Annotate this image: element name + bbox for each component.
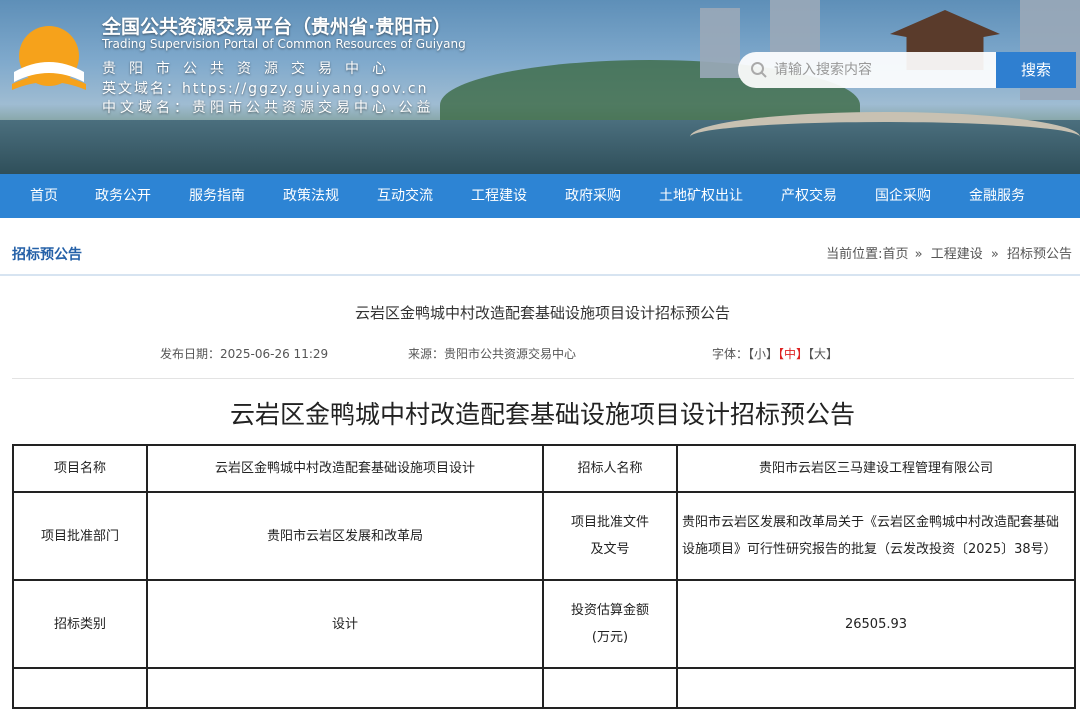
table-cell [12, 667, 148, 709]
table-value-cell: 贵阳市云岩区三马建设工程管理有限公司 [676, 444, 1076, 493]
breadcrumb: 当前位置:首页 » 工程建设 » 招标预公告 [826, 243, 1074, 262]
breadcrumb-engineering[interactable]: 工程建设 [931, 247, 983, 262]
breadcrumb-home[interactable]: 首页 [882, 247, 908, 262]
search-button[interactable]: 搜索 [996, 52, 1076, 88]
breadcrumb-separator: » [990, 247, 999, 262]
publish-date: 发布日期：2025-06-26 11:29 [160, 347, 329, 361]
table-label-cell: 项目批准部门 [12, 491, 148, 581]
section-header: 招标预公告 当前位置:首页 » 工程建设 » 招标预公告 [0, 230, 1080, 276]
table-row: 项目名称 云岩区金鸭城中村改造配套基础设施项目设计 招标人名称 贵阳市云岩区三马… [12, 444, 1076, 493]
nav-item-engineering[interactable]: 工程建设 [471, 174, 527, 218]
header-banner: 全国公共资源交易平台（贵州省·贵阳市） Trading Supervision … [0, 0, 1080, 174]
table-value-cell: 贵阳市云岩区发展和改革局 [146, 491, 544, 581]
banner-bridge [690, 112, 1080, 162]
table-label-cell: 招标类别 [12, 579, 148, 669]
font-medium-button[interactable]: 【中】 [778, 347, 808, 361]
breadcrumb-prefix: 当前位置: [826, 247, 883, 262]
nav-item-gov-procurement[interactable]: 政府采购 [565, 174, 621, 218]
table-label-cell: 投资估算金额(万元) [542, 579, 678, 669]
breadcrumb-separator: » [914, 247, 923, 262]
table-value-cell: 云岩区金鸭城中村改造配套基础设施项目设计 [146, 444, 544, 493]
site-title: 全国公共资源交易平台（贵州省·贵阳市） [102, 16, 452, 38]
table-value-cell: 26505.93 [676, 579, 1076, 669]
table-value-cell: 贵阳市云岩区发展和改革局关于《云岩区金鸭城中村改造配套基础设施项目》可行性研究报… [676, 491, 1076, 581]
notice-heading: 云岩区金鸭城中村改造配套基础设施项目设计招标预公告 [229, 400, 855, 429]
table-cell [146, 667, 544, 709]
table-cell [676, 667, 1076, 709]
font-large-button[interactable]: 【大】 [808, 347, 838, 361]
article-title: 云岩区金鸭城中村改造配套基础设施项目设计招标预公告 [354, 304, 730, 322]
nav-item-property-rights[interactable]: 产权交易 [781, 174, 837, 218]
divider [12, 378, 1074, 379]
nav-item-policies[interactable]: 政策法规 [283, 174, 339, 218]
project-info-table: 项目名称 云岩区金鸭城中村改造配套基础设施项目设计 招标人名称 贵阳市云岩区三马… [12, 444, 1076, 709]
article-source: 来源：贵阳市公共资源交易中心 [408, 347, 577, 361]
nav-item-financial-services[interactable]: 金融服务 [969, 174, 1025, 218]
banner-building [700, 8, 740, 78]
table-value-cell: 设计 [146, 579, 544, 669]
nav-item-land-mining[interactable]: 土地矿权出让 [659, 174, 743, 218]
font-small-button[interactable]: 【小】 [748, 347, 778, 361]
center-name: 贵阳市公共资源交易中心 [102, 61, 399, 77]
nav-item-home[interactable]: 首页 [30, 174, 58, 218]
search-icon [751, 62, 767, 78]
table-row: 招标类别 设计 投资估算金额(万元) 26505.93 [12, 579, 1076, 669]
font-size-label: 字体： [712, 347, 749, 361]
search-input[interactable]: 请输入搜索内容 [738, 52, 996, 88]
chinese-domain: 中文域名：贵阳市公共资源交易中心.公益 [102, 100, 435, 116]
english-domain: 英文域名：https://ggzy.guiyang.gov.cn [102, 81, 429, 97]
nav-item-government-affairs[interactable]: 政务公开 [95, 174, 151, 218]
nav-item-soe-procurement[interactable]: 国企采购 [875, 174, 931, 218]
banner-building [770, 0, 820, 60]
font-size-control: 字体：【小】【中】【大】 [712, 345, 838, 362]
table-label-cell: 项目名称 [12, 444, 148, 493]
site-subtitle: Trading Supervision Portal of Common Res… [102, 37, 466, 51]
table-row: 项目批准部门 贵阳市云岩区发展和改革局 项目批准文件及文号 贵阳市云岩区发展和改… [12, 491, 1076, 581]
breadcrumb-current[interactable]: 招标预公告 [1007, 247, 1072, 262]
table-label-cell: 招标人名称 [542, 444, 678, 493]
table-label-cell: 项目批准文件及文号 [542, 491, 678, 581]
nav-item-interaction[interactable]: 互动交流 [377, 174, 433, 218]
search-bar: 请输入搜索内容 搜索 [738, 52, 1080, 88]
nav-item-service-guide[interactable]: 服务指南 [189, 174, 245, 218]
site-logo-icon[interactable] [10, 22, 88, 96]
table-cell [542, 667, 678, 709]
section-title: 招标预公告 [12, 247, 82, 263]
main-nav: 首页 政务公开 服务指南 政策法规 互动交流 工程建设 政府采购 土地矿权出让 … [0, 174, 1080, 218]
table-row [12, 667, 1076, 709]
